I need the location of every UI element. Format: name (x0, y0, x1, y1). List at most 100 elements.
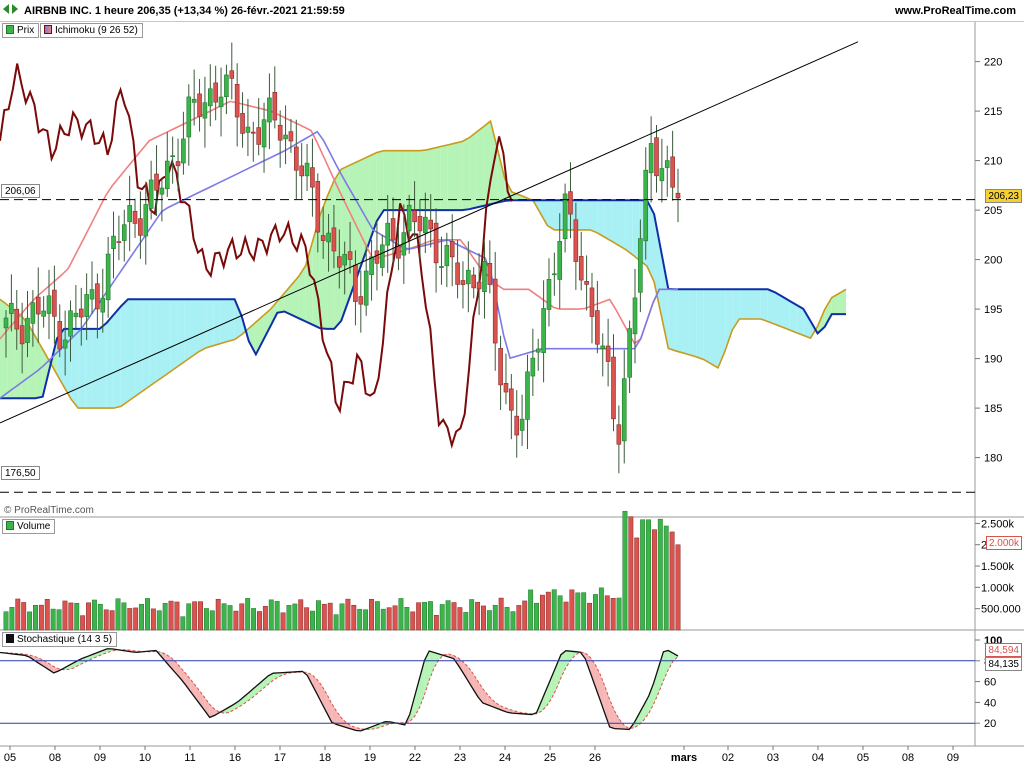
x-tick-label: 17 (274, 752, 286, 764)
volume-bar (56, 609, 62, 631)
stoch-fill (570, 651, 576, 661)
cloud-segment (618, 200, 626, 250)
volume-bar (221, 603, 227, 631)
cloud-segment (213, 299, 221, 346)
volume-bar (445, 600, 451, 631)
volume-bar (233, 610, 239, 631)
volume-bar (604, 595, 610, 631)
volume-bar (280, 612, 286, 631)
volume-bar (439, 604, 445, 631)
volume-bar (534, 602, 539, 631)
cloud-segment (142, 299, 150, 392)
volume-bar (528, 589, 534, 631)
cloud-segment (440, 144, 448, 211)
volume-bar (475, 601, 481, 631)
volume-bar (581, 592, 587, 631)
stoch-tick-label: 60 (984, 677, 996, 689)
volume-bar (663, 525, 669, 631)
legend-price[interactable]: Prix (2, 23, 40, 38)
volume-bar (21, 602, 27, 631)
cloud-segment (391, 150, 399, 211)
volume-bar (50, 608, 56, 631)
volume-bar (610, 598, 616, 631)
volume-bar (569, 589, 575, 631)
cloud-segment (739, 289, 747, 319)
x-tick-label: 02 (722, 752, 734, 764)
x-tick-label: 25 (544, 752, 556, 764)
volume-bar (522, 600, 528, 631)
volume-bar (292, 603, 298, 631)
x-tick-label: 26 (589, 752, 601, 764)
volume-bar (209, 610, 215, 631)
volume-bar (121, 602, 127, 631)
x-tick-label: mars (671, 752, 697, 764)
cloud-segment (149, 299, 157, 387)
volume-bar (539, 594, 545, 631)
cloud-segment (99, 322, 107, 409)
volume-bar (127, 608, 133, 631)
cloud-segment (469, 132, 477, 210)
legend-ichimoku[interactable]: Ichimoku (9 26 52) (40, 23, 143, 38)
cloud-segment (426, 148, 434, 211)
x-tick-label: 05 (4, 752, 16, 764)
volume-bar (640, 519, 646, 631)
volume-bar (427, 601, 433, 631)
stoch-d-label: 84,135 (985, 657, 1022, 671)
cloud-segment (789, 300, 797, 333)
volume-bar (628, 516, 634, 631)
cloud-segment (668, 288, 676, 351)
volume-bar (457, 607, 463, 631)
legend-volume[interactable]: Volume (2, 519, 56, 534)
cloud-segment (106, 314, 114, 409)
cloud-segment (156, 299, 164, 382)
volume-bar (587, 602, 593, 631)
volume-bar (180, 616, 186, 631)
volume-bar (410, 611, 416, 631)
volume-bar (492, 604, 498, 631)
volume-bar (139, 603, 145, 631)
volume-swatch-icon (6, 521, 14, 530)
price-tick-label: 195 (984, 304, 1002, 316)
volume-bar (657, 518, 663, 631)
volume-bar (510, 611, 516, 631)
volume-bar (304, 607, 310, 631)
chart-canvas[interactable]: 180185190195200205210215220500.0001.000k… (0, 0, 1024, 768)
cloud-segment (582, 200, 591, 230)
volume-bar (9, 607, 15, 631)
price-tick-label: 190 (984, 354, 1002, 366)
volume-bar (598, 587, 604, 631)
x-tick-label: 11 (184, 752, 195, 764)
legend-price-label: Prix (17, 25, 35, 36)
volume-bar (115, 598, 121, 631)
price-tick-label: 205 (984, 205, 1002, 217)
volume-bar (357, 608, 363, 631)
volume-bar (345, 598, 351, 631)
cloud-segment (476, 126, 484, 208)
volume-bar (486, 610, 492, 631)
volume-bar (198, 601, 203, 631)
volume-bar (174, 601, 180, 631)
last-volume-label: 2.000k (985, 536, 1022, 550)
volume-bar (33, 604, 38, 631)
price-tick-label: 210 (984, 156, 1002, 168)
volume-bar (62, 600, 68, 631)
volume-bar (192, 601, 198, 631)
volume-bar (327, 602, 333, 631)
volume-bar (669, 531, 675, 631)
cloud-segment (774, 292, 783, 328)
volume-bar (392, 605, 398, 631)
cloud-segment (412, 150, 420, 211)
x-tick-label: 18 (319, 752, 331, 764)
cloud-segment (682, 289, 690, 355)
legend-stochastic[interactable]: Stochastique (14 3 5) (2, 632, 118, 647)
stoch-fill (336, 711, 342, 727)
cloud-segment (199, 299, 207, 352)
cloud-segment (746, 289, 754, 319)
volume-bar (369, 599, 374, 631)
volume-bar (398, 598, 404, 631)
volume-bar (463, 612, 469, 631)
volume-bar (298, 599, 304, 631)
cloud-segment (696, 289, 704, 360)
volume-bar (74, 602, 80, 631)
volume-bar (133, 607, 139, 631)
